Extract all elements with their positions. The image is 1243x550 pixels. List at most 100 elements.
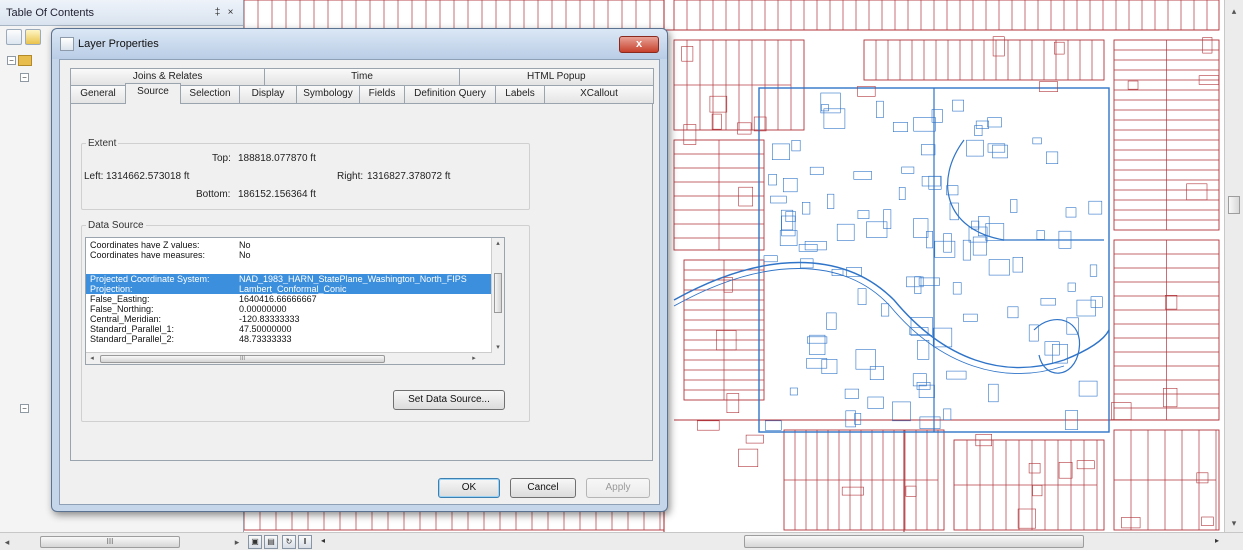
selected-parcel [928,175,942,190]
scroll-right-icon[interactable]: ▸ [468,353,480,364]
selected-parcel [918,384,935,399]
selected-parcel [966,139,984,157]
parcel [1201,516,1214,526]
dialog-titlebar[interactable]: Layer Properties x [52,29,667,59]
set-data-source-button[interactable]: Set Data Source... [393,390,505,410]
ok-button[interactable]: OK [438,478,500,498]
list-item-selected[interactable]: Projection: Lambert_Conformal_Conic [86,284,492,294]
parcel [745,434,764,444]
extent-top-value: 188818.077870 ft [238,153,316,164]
property-value: -120.83333333 [239,314,300,324]
selected-parcel [988,383,999,403]
extent-legend: Extent [88,138,117,149]
cancel-button[interactable]: Cancel [510,478,576,498]
parcel [726,393,740,414]
refresh-icon[interactable]: ↻ [282,535,296,549]
list-by-drawing-order-icon[interactable] [6,29,22,45]
tab-general[interactable]: General [70,85,126,104]
list-item[interactable]: Standard_Parallel_1: 47.50000000 [86,324,492,334]
selected-parcel [785,211,796,222]
selected-parcel [988,259,1010,276]
toc-horizontal-scrollbar[interactable]: ◂ III ▸ [0,532,244,550]
selected-parcel [921,176,941,187]
list-item[interactable] [86,260,492,270]
map-horizontal-scrollbar[interactable]: ▣ ▤ ↻ ‖ ◂ ▸ [244,532,1243,550]
scroll-right-icon[interactable]: ▸ [1210,535,1224,549]
scroll-thumb[interactable] [744,535,1084,548]
layer-properties-dialog: Layer Properties x Joins & Relates Time … [51,28,668,512]
list-item-selected[interactable]: Projected Coordinate System: NAD_1983_HAR… [86,274,492,284]
tab-time[interactable]: Time [264,68,460,85]
tree-expander-icon[interactable]: − [20,404,29,413]
scroll-track[interactable]: III [14,535,230,548]
tab-labels[interactable]: Labels [495,85,545,104]
parcel [753,116,767,132]
selected-parcel [821,359,838,374]
tab-source[interactable]: Source [125,83,181,104]
parcel [1076,460,1095,470]
scroll-up-icon[interactable]: ▴ [492,238,504,250]
list-item[interactable]: False_Easting: 1640416.66666667 [86,294,492,304]
tab-selection[interactable]: Selection [180,85,240,104]
scroll-thumb[interactable]: III [100,355,385,363]
tab-display[interactable]: Display [239,85,297,104]
data-source-details-list[interactable]: Coordinates have Z values: No Coordinates… [85,237,505,365]
selected-parcel [987,117,1002,128]
parcel [1186,183,1208,201]
details-vertical-scrollbar[interactable]: ▴ ▾ [491,238,504,364]
pause-drawing-icon[interactable]: ‖ [298,535,312,549]
selected-parcel [1067,282,1076,292]
selected-parcel [943,408,952,421]
toc-title: Table Of Contents [6,6,95,19]
property-value: Lambert_Conformal_Conic [239,284,347,294]
property-key: Coordinates have measures: [90,250,206,260]
scroll-left-icon[interactable]: ◂ [0,535,14,549]
data-source-legend: Data Source [88,220,144,231]
scroll-thumb[interactable] [1228,196,1240,214]
tab-definition-query[interactable]: Definition Query [404,85,496,104]
list-item[interactable]: Standard_Parallel_2: 48.73333333 [86,334,492,344]
parcel [1196,472,1209,484]
selected-parcel [963,313,978,322]
tab-symbology[interactable]: Symbology [296,85,360,104]
tab-xcallout[interactable]: XCallout [544,85,654,104]
scroll-up-icon[interactable]: ▴ [1227,4,1241,18]
tree-expander-icon[interactable]: − [20,73,29,82]
scroll-thumb[interactable]: III [40,535,180,548]
list-item[interactable]: Coordinates have measures: No [86,250,492,260]
map-vertical-scrollbar[interactable]: ▴ ▾ [1224,0,1243,532]
selected-parcel [880,303,890,317]
details-horizontal-scrollbar[interactable]: ◂ III ▸ [86,352,492,364]
data-view-icon[interactable]: ▣ [248,535,262,549]
selected-parcel [1045,151,1059,164]
scroll-right-icon[interactable]: ▸ [230,535,244,549]
toc-close-icon[interactable]: × [224,6,237,20]
selected-parcel [779,230,798,246]
selected-parcel [919,416,941,429]
property-value: No [239,250,251,260]
list-item[interactable]: False_Northing: 0.00000000 [86,304,492,314]
scroll-left-icon[interactable]: ◂ [316,535,330,549]
selected-parcel [1010,199,1018,213]
selected-parcel [770,195,787,204]
list-item[interactable]: Central_Meridian: -120.83333333 [86,314,492,324]
scroll-left-icon[interactable]: ◂ [86,353,98,364]
layout-view-icon[interactable]: ▤ [264,535,278,549]
list-item[interactable]: Coordinates have Z values: No [86,240,492,250]
parcel [737,122,752,135]
tab-html-popup[interactable]: HTML Popup [458,68,654,85]
selected-parcel [857,210,870,219]
tree-expander-icon[interactable]: − [7,56,16,65]
selected-parcel [771,143,790,160]
dialog-close-button[interactable]: x [619,35,659,53]
property-key: Projected Coordinate System: [90,274,210,284]
scroll-down-icon[interactable]: ▾ [1227,516,1241,530]
selected-parcel [952,99,964,112]
scroll-down-icon[interactable]: ▾ [492,342,504,354]
pin-icon[interactable]: ‡ [211,6,224,20]
list-by-source-icon[interactable] [25,29,41,45]
tab-fields[interactable]: Fields [359,85,405,104]
apply-button[interactable]: Apply [586,478,650,498]
parcel [1127,80,1139,90]
scroll-thumb[interactable] [494,273,502,313]
